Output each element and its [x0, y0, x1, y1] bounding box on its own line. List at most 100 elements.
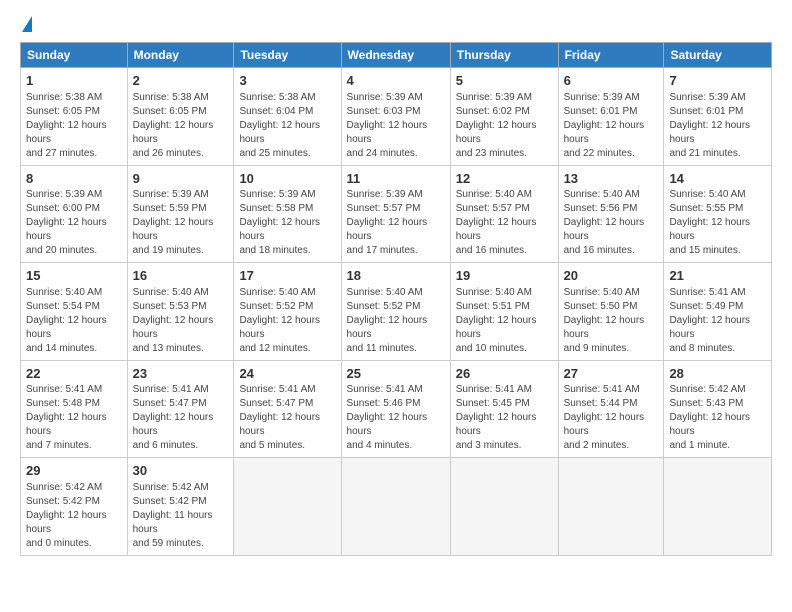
day-number: 22	[26, 365, 122, 383]
week-row-5: 29 Sunrise: 5:42 AMSunset: 5:42 PMDayligh…	[21, 458, 772, 556]
day-cell	[234, 458, 341, 556]
day-info: Sunrise: 5:40 AMSunset: 5:54 PMDaylight:…	[26, 286, 122, 356]
day-cell: 28Sunrise: 5:42 AMSunset: 5:43 PMDayligh…	[664, 360, 772, 458]
day-number: 8	[26, 170, 122, 188]
day-info: Sunrise: 5:39 AMSunset: 5:58 PMDaylight:…	[239, 188, 335, 258]
day-cell: 16Sunrise: 5:40 AMSunset: 5:53 PMDayligh…	[127, 263, 234, 361]
day-number: 6	[564, 72, 659, 90]
weekday-header-tuesday: Tuesday	[234, 43, 341, 68]
day-cell: 2Sunrise: 5:38 AMSunset: 6:05 PMDaylight…	[127, 68, 234, 166]
day-cell: 18Sunrise: 5:40 AMSunset: 5:52 PMDayligh…	[341, 263, 450, 361]
day-number: 18	[347, 267, 445, 285]
day-cell: 23Sunrise: 5:41 AMSunset: 5:47 PMDayligh…	[127, 360, 234, 458]
weekday-header-saturday: Saturday	[664, 43, 772, 68]
day-info: Sunrise: 5:41 AMSunset: 5:45 PMDaylight:…	[456, 383, 553, 453]
day-number: 3	[239, 72, 335, 90]
day-info: Sunrise: 5:41 AMSunset: 5:49 PMDaylight:…	[669, 286, 766, 356]
day-number: 28	[669, 365, 766, 383]
day-cell: 11Sunrise: 5:39 AMSunset: 5:57 PMDayligh…	[341, 165, 450, 263]
day-cell: 19Sunrise: 5:40 AMSunset: 5:51 PMDayligh…	[450, 263, 558, 361]
day-info: Sunrise: 5:41 AMSunset: 5:46 PMDaylight:…	[347, 383, 445, 453]
day-info: Sunrise: 5:39 AMSunset: 6:00 PMDaylight:…	[26, 188, 122, 258]
day-info: Sunrise: 5:40 AMSunset: 5:55 PMDaylight:…	[669, 188, 766, 258]
day-cell: 22Sunrise: 5:41 AMSunset: 5:48 PMDayligh…	[21, 360, 128, 458]
day-cell: 5Sunrise: 5:39 AMSunset: 6:02 PMDaylight…	[450, 68, 558, 166]
day-cell	[341, 458, 450, 556]
day-info: Sunrise: 5:42 AMSunset: 5:43 PMDaylight:…	[669, 383, 766, 453]
day-cell: 14Sunrise: 5:40 AMSunset: 5:55 PMDayligh…	[664, 165, 772, 263]
weekday-header-monday: Monday	[127, 43, 234, 68]
day-info: Sunrise: 5:41 AMSunset: 5:47 PMDaylight:…	[133, 383, 229, 453]
day-number: 11	[347, 170, 445, 188]
day-cell: 1Sunrise: 5:38 AMSunset: 6:05 PMDaylight…	[21, 68, 128, 166]
day-info: Sunrise: 5:39 AMSunset: 6:02 PMDaylight:…	[456, 91, 553, 161]
logo-triangle-icon	[22, 16, 32, 32]
day-info: Sunrise: 5:40 AMSunset: 5:56 PMDaylight:…	[564, 188, 659, 258]
day-cell: 8Sunrise: 5:39 AMSunset: 6:00 PMDaylight…	[21, 165, 128, 263]
day-cell	[664, 458, 772, 556]
day-number: 24	[239, 365, 335, 383]
day-cell: 24Sunrise: 5:41 AMSunset: 5:47 PMDayligh…	[234, 360, 341, 458]
day-info: Sunrise: 5:40 AMSunset: 5:57 PMDaylight:…	[456, 188, 553, 258]
weekday-header-friday: Friday	[558, 43, 664, 68]
day-number: 29	[26, 462, 122, 480]
page: SundayMondayTuesdayWednesdayThursdayFrid…	[0, 0, 792, 566]
day-number: 9	[133, 170, 229, 188]
day-cell: 29Sunrise: 5:42 AMSunset: 5:42 PMDayligh…	[21, 458, 128, 556]
week-row-2: 8Sunrise: 5:39 AMSunset: 6:00 PMDaylight…	[21, 165, 772, 263]
day-number: 21	[669, 267, 766, 285]
week-row-3: 15Sunrise: 5:40 AMSunset: 5:54 PMDayligh…	[21, 263, 772, 361]
day-cell: 12Sunrise: 5:40 AMSunset: 5:57 PMDayligh…	[450, 165, 558, 263]
weekday-header-thursday: Thursday	[450, 43, 558, 68]
day-cell: 3Sunrise: 5:38 AMSunset: 6:04 PMDaylight…	[234, 68, 341, 166]
day-number: 2	[133, 72, 229, 90]
day-number: 25	[347, 365, 445, 383]
day-number: 20	[564, 267, 659, 285]
logo	[20, 16, 32, 34]
day-cell: 15Sunrise: 5:40 AMSunset: 5:54 PMDayligh…	[21, 263, 128, 361]
day-info: Sunrise: 5:40 AMSunset: 5:52 PMDaylight:…	[239, 286, 335, 356]
day-number: 27	[564, 365, 659, 383]
day-info: Sunrise: 5:40 AMSunset: 5:53 PMDaylight:…	[133, 286, 229, 356]
day-cell: 20Sunrise: 5:40 AMSunset: 5:50 PMDayligh…	[558, 263, 664, 361]
day-info: Sunrise: 5:40 AMSunset: 5:52 PMDaylight:…	[347, 286, 445, 356]
day-cell	[558, 458, 664, 556]
day-cell: 26Sunrise: 5:41 AMSunset: 5:45 PMDayligh…	[450, 360, 558, 458]
day-info: Sunrise: 5:41 AMSunset: 5:47 PMDaylight:…	[239, 383, 335, 453]
weekday-header-row: SundayMondayTuesdayWednesdayThursdayFrid…	[21, 43, 772, 68]
week-row-1: 1 Sunrise: 5:38 AMSunset: 6:05 PMDaylight…	[21, 68, 772, 166]
day-number: 16	[133, 267, 229, 285]
day-cell: 27Sunrise: 5:41 AMSunset: 5:44 PMDayligh…	[558, 360, 664, 458]
day-number: 7	[669, 72, 766, 90]
day-cell	[450, 458, 558, 556]
day-info: Sunrise: 5:38 AMSunset: 6:04 PMDaylight:…	[239, 91, 335, 161]
day-cell: 7Sunrise: 5:39 AMSunset: 6:01 PMDaylight…	[664, 68, 772, 166]
day-number: 1	[26, 72, 122, 90]
day-cell: 21Sunrise: 5:41 AMSunset: 5:49 PMDayligh…	[664, 263, 772, 361]
day-info: Sunrise: 5:40 AMSunset: 5:50 PMDaylight:…	[564, 286, 659, 356]
day-number: 17	[239, 267, 335, 285]
day-cell: 13Sunrise: 5:40 AMSunset: 5:56 PMDayligh…	[558, 165, 664, 263]
day-info: Sunrise: 5:39 AMSunset: 6:01 PMDaylight:…	[669, 91, 766, 161]
day-number: 23	[133, 365, 229, 383]
day-number: 26	[456, 365, 553, 383]
header	[20, 16, 772, 34]
day-number: 14	[669, 170, 766, 188]
day-info: Sunrise: 5:42 AMSunset: 5:42 PMDaylight:…	[133, 481, 229, 551]
day-cell: 9Sunrise: 5:39 AMSunset: 5:59 PMDaylight…	[127, 165, 234, 263]
day-info: Sunrise: 5:41 AMSunset: 5:48 PMDaylight:…	[26, 383, 122, 453]
day-info: Sunrise: 5:41 AMSunset: 5:44 PMDaylight:…	[564, 383, 659, 453]
day-number: 5	[456, 72, 553, 90]
day-info: Sunrise: 5:40 AMSunset: 5:51 PMDaylight:…	[456, 286, 553, 356]
day-number: 12	[456, 170, 553, 188]
day-number: 10	[239, 170, 335, 188]
day-info: Sunrise: 5:39 AMSunset: 6:01 PMDaylight:…	[564, 91, 659, 161]
week-row-4: 22Sunrise: 5:41 AMSunset: 5:48 PMDayligh…	[21, 360, 772, 458]
day-info: Sunrise: 5:38 AMSunset: 6:05 PMDaylight:…	[133, 91, 229, 161]
day-info: Sunrise: 5:39 AMSunset: 6:03 PMDaylight:…	[347, 91, 445, 161]
day-cell: 4Sunrise: 5:39 AMSunset: 6:03 PMDaylight…	[341, 68, 450, 166]
day-cell: 17Sunrise: 5:40 AMSunset: 5:52 PMDayligh…	[234, 263, 341, 361]
day-number: 30	[133, 462, 229, 480]
weekday-header-sunday: Sunday	[21, 43, 128, 68]
day-info: Sunrise: 5:39 AMSunset: 5:59 PMDaylight:…	[133, 188, 229, 258]
